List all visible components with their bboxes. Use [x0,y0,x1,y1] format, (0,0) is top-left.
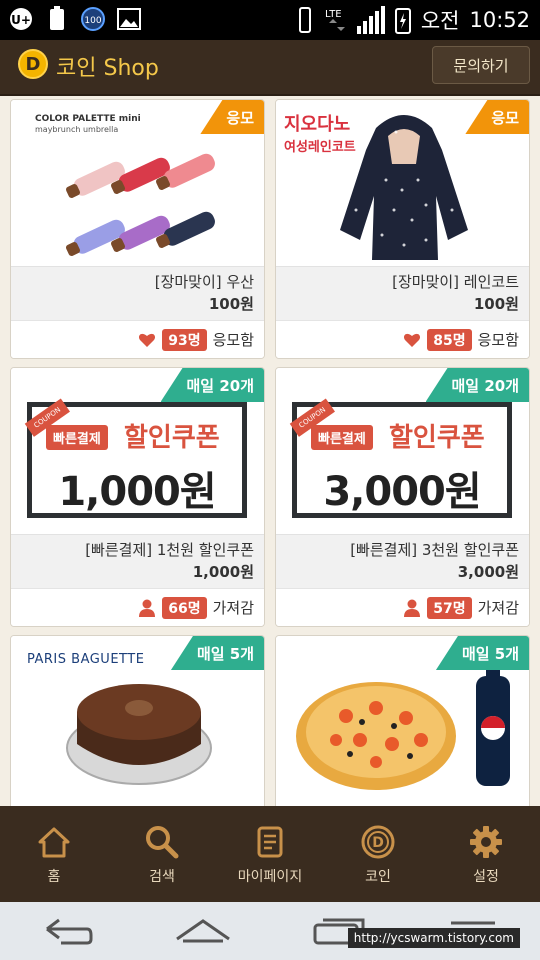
participant-label: 응모함 [212,331,254,349]
product-stats: 66명 가져감 [11,588,264,626]
bottom-nav: 홈 검색 마이페이지 D 코인 설정 [0,806,540,902]
battery-icon [394,8,411,34]
person-icon [404,599,421,617]
svg-text:100: 100 [84,16,101,26]
nav-home[interactable]: 홈 [0,806,108,902]
product-name: [장마맞이] 레인코트 [392,273,519,291]
product-stats: 93명 응모함 [11,320,264,358]
nav-label: 검색 [149,869,175,885]
coin-icon: D [361,825,395,859]
product-image-pizza: 매일 5개 [276,636,529,802]
product-card-coupon-1000[interactable]: COUPON 빠른결제 할인쿠폰 1,000원 매일 20개 [빠른결제] 1천… [10,367,265,627]
participant-count: 85명 [427,328,472,351]
image-icon [116,6,142,32]
home-key-icon[interactable] [173,915,233,947]
nav-label: 코인 [365,869,391,885]
status-ampm: 오전 [420,9,460,33]
product-price: 100원 [208,295,254,313]
page-title: 코인 Shop [56,56,159,81]
product-price: 3,000원 [457,563,519,581]
battery-saver-icon [44,6,70,32]
product-card-cake[interactable]: PARIS BAGUETTE 매일 5개 [10,635,265,806]
coin-logo-icon: D [18,49,48,79]
battery-level-icon: 100 [80,6,106,32]
product-info: [빠른결제] 3천원 할인쿠폰 3,000원 [276,534,529,588]
product-image-raincoat: 지오다노 여성레인코트 응모 [276,100,529,266]
product-card-pizza[interactable]: 매일 5개 [275,635,530,806]
inquiry-button[interactable]: 문의하기 [432,46,530,84]
nav-search[interactable]: 검색 [108,806,216,902]
product-grid: COLOR PALETTE mini maybrunch umbrella 응모… [0,96,540,806]
heart-icon [404,333,421,347]
nav-label: 홈 [47,869,61,885]
product-image-coupon: COUPON 빠른결제 할인쿠폰 1,000원 매일 20개 [11,368,264,534]
coupon-graphic: COUPON 빠른결제 할인쿠폰 1,000원 [24,398,247,518]
uplus-icon: U+ [8,6,34,32]
status-left-icons: U+ 100 [8,6,142,32]
person-icon [139,599,156,617]
watermark: http://ycswarm.tistory.com [347,928,520,948]
product-name: [빠른결제] 3천원 할인쿠폰 [350,541,519,559]
signal-icon [356,6,385,34]
product-card-coupon-3000[interactable]: COUPON 빠른결제 할인쿠폰 3,000원 매일 20개 [빠른결제] 3천… [275,367,530,627]
taken-label: 가져감 [212,599,254,617]
home-icon [38,827,70,858]
taken-label: 가져감 [477,599,519,617]
product-info: [빠른결제] 1천원 할인쿠폰 1,000원 [11,534,264,588]
product-price: 100원 [473,295,519,313]
nav-label: 설정 [473,869,499,885]
coupon-amount: 1,000원 [58,469,216,515]
vibrate-icon [298,7,311,33]
coupon-quick-pay: 빠른결제 [46,425,108,450]
heart-icon [139,333,156,347]
search-icon [146,826,179,859]
ribbon-daily: 매일 20개 [160,368,264,402]
taken-count: 66명 [162,596,207,619]
product-image-umbrella: COLOR PALETTE mini maybrunch umbrella 응모 [11,100,264,266]
product-card-raincoat[interactable]: 지오다노 여성레인코트 응모 [장마맞이] 레인코트 100원 85명 응모함 [275,99,530,359]
gear-icon [470,826,502,858]
participant-count: 93명 [162,328,207,351]
coupon-title: 할인쿠폰 [124,423,220,453]
product-info: [장마맞이] 우산 100원 [11,266,264,320]
product-name: [장마맞이] 우산 [154,273,254,291]
product-info: [장마맞이] 레인코트 100원 [276,266,529,320]
app-header: D 코인 Shop 문의하기 [0,40,540,96]
participant-label: 응모함 [477,331,519,349]
coupon-graphic: COUPON 빠른결제 할인쿠폰 3,000원 [289,398,512,518]
nav-settings[interactable]: 설정 [432,806,540,902]
product-price: 1,000원 [192,563,254,581]
svg-text:LTE: LTE [325,9,342,20]
back-icon[interactable] [39,915,95,947]
status-time: 10:52 [469,8,530,32]
nav-label: 마이페이지 [237,869,303,885]
lte-icon: LTE [325,9,345,31]
taken-count: 57명 [427,596,472,619]
coupon-title: 할인쿠폰 [389,423,485,453]
coupon-amount: 3,000원 [323,469,481,515]
product-stats: 85명 응모함 [276,320,529,358]
system-nav-bar: http://ycswarm.tistory.com [0,902,540,960]
svg-text:D: D [372,835,384,851]
nav-coin[interactable]: D 코인 [324,806,432,902]
svg-text:U+: U+ [11,13,31,27]
product-stats: 57명 가져감 [276,588,529,626]
product-image-cake: PARIS BAGUETTE 매일 5개 [11,636,264,802]
product-image-coupon: COUPON 빠른결제 할인쿠폰 3,000원 매일 20개 [276,368,529,534]
product-name: [빠른결제] 1천원 할인쿠폰 [85,541,254,559]
status-bar: U+ 100 LTE 오전 10:52 [0,0,540,40]
product-card-umbrella[interactable]: COLOR PALETTE mini maybrunch umbrella 응모… [10,99,265,359]
ribbon-daily: 매일 20개 [425,368,529,402]
document-icon [257,826,283,858]
nav-mypage[interactable]: 마이페이지 [216,806,324,902]
coupon-quick-pay: 빠른결제 [311,425,373,450]
status-right-icons: LTE 오전 10:52 [295,4,530,36]
